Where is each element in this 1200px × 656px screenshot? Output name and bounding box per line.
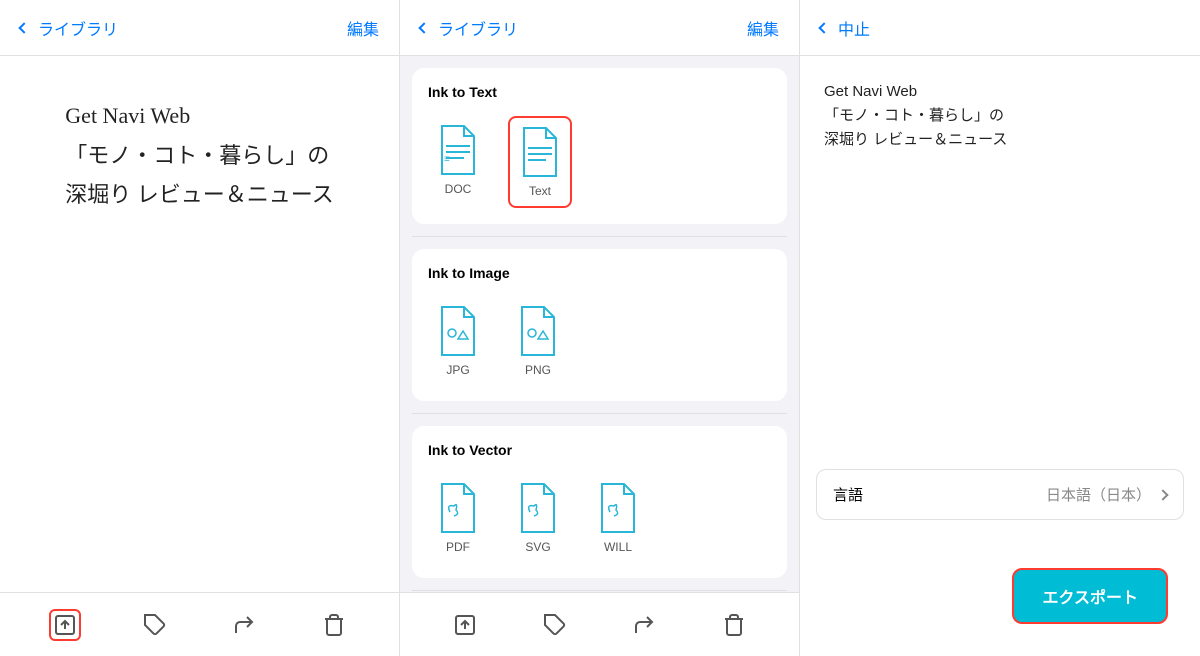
vector-formats: PDF SVG (428, 474, 771, 562)
canvas-area: Get Navi Web 「モノ・コト・暮らし」の 深堀り レビュー＆ニュース (0, 56, 399, 255)
svg-label: SVG (525, 540, 550, 554)
language-label: 言語 (833, 484, 863, 505)
format-will[interactable]: WILL (588, 474, 648, 562)
ink-to-image-title: Ink to Image (428, 265, 771, 281)
doc-icon: ≡ (436, 124, 480, 176)
middle-edit-button[interactable]: 編集 (747, 16, 779, 40)
pdf-icon (436, 482, 480, 534)
format-svg[interactable]: SVG (508, 474, 568, 562)
png-icon (516, 305, 560, 357)
svg-text:≡: ≡ (444, 154, 450, 165)
format-png[interactable]: PNG (508, 297, 568, 385)
middle-header: ライブラリ 編集 (400, 0, 799, 56)
handwriting-content: Get Navi Web 「モノ・コト・暮らし」の 深堀り レビュー＆ニュース (65, 96, 333, 215)
left-back-button[interactable]: ライブラリ (20, 16, 118, 40)
handwriting-line1: Get Navi Web (65, 96, 333, 136)
left-header: ライブラリ 編集 (0, 0, 399, 56)
format-jpg[interactable]: JPG (428, 297, 488, 385)
language-value: 日本語（日本） (1046, 484, 1167, 505)
divider-2 (412, 413, 787, 414)
ink-to-text-section: Ink to Text ≡ DOC (412, 68, 787, 224)
left-tag-button[interactable] (139, 609, 171, 641)
will-icon (596, 482, 640, 534)
text-icon (518, 126, 562, 178)
middle-delete-button[interactable] (718, 609, 750, 641)
middle-panel: ライブラリ 編集 Ink to Text ≡ DOC (400, 0, 800, 656)
ink-to-text-title: Ink to Text (428, 84, 771, 100)
middle-content: Ink to Text ≡ DOC (400, 56, 799, 592)
right-content: Get Navi Web 「モノ・コト・暮らし」の 深堀り レビュー＆ニュース (800, 56, 1200, 453)
divider-3 (412, 590, 787, 591)
right-back-chevron-icon (818, 22, 829, 33)
left-delete-button[interactable] (318, 609, 350, 641)
format-pdf[interactable]: PDF (428, 474, 488, 562)
right-back-label: 中止 (838, 16, 870, 40)
middle-toolbar (400, 592, 799, 656)
right-note-title: Get Navi Web 「モノ・コト・暮らし」の 深堀り レビュー＆ニュース (824, 80, 1176, 152)
left-back-label: ライブラリ (38, 16, 118, 40)
note-line1: Get Navi Web (824, 80, 1176, 104)
right-header: 中止 (800, 0, 1200, 56)
handwriting-line3: 深堀り レビュー＆ニュース (65, 175, 333, 215)
left-content: Get Navi Web 「モノ・コト・暮らし」の 深堀り レビュー＆ニュース (0, 56, 399, 592)
note-line3: 深堀り レビュー＆ニュース (824, 128, 1176, 152)
language-row[interactable]: 言語 日本語（日本） (816, 469, 1184, 520)
png-label: PNG (525, 363, 551, 377)
language-chevron-icon (1157, 489, 1168, 500)
left-edit-button[interactable]: 編集 (347, 16, 379, 40)
ink-to-vector-title: Ink to Vector (428, 442, 771, 458)
left-panel: ライブラリ 編集 Get Navi Web 「モノ・コト・暮らし」の 深堀り レ… (0, 0, 400, 656)
handwriting-line2: 「モノ・コト・暮らし」の (65, 136, 333, 176)
ink-to-vector-section: Ink to Vector PDF (412, 426, 787, 578)
text-label: Text (529, 184, 551, 198)
jpg-label: JPG (446, 363, 469, 377)
svg-icon (516, 482, 560, 534)
middle-back-button[interactable]: ライブラリ (420, 16, 518, 40)
jpg-icon (436, 305, 480, 357)
export-button[interactable]: エクスポート (1012, 568, 1168, 624)
right-back-button[interactable]: 中止 (820, 16, 870, 40)
right-bottom: エクスポート (800, 536, 1200, 656)
will-label: WILL (604, 540, 632, 554)
back-chevron-icon (18, 22, 29, 33)
middle-back-label: ライブラリ (438, 16, 518, 40)
ink-to-image-section: Ink to Image JPG (412, 249, 787, 401)
divider-1 (412, 236, 787, 237)
text-formats: ≡ DOC Text (428, 116, 771, 208)
pdf-label: PDF (446, 540, 470, 554)
middle-back-chevron-icon (418, 22, 429, 33)
right-panel: 中止 Get Navi Web 「モノ・コト・暮らし」の 深堀り レビュー＆ニュ… (800, 0, 1200, 656)
doc-label: DOC (445, 182, 472, 196)
middle-export-button[interactable] (449, 609, 481, 641)
middle-redo-button[interactable] (628, 609, 660, 641)
format-text[interactable]: Text (508, 116, 572, 208)
format-doc[interactable]: ≡ DOC (428, 116, 488, 208)
left-toolbar (0, 592, 399, 656)
left-redo-button[interactable] (228, 609, 260, 641)
middle-tag-button[interactable] (539, 609, 571, 641)
left-export-button[interactable] (49, 609, 81, 641)
language-value-text: 日本語（日本） (1046, 484, 1151, 505)
image-formats: JPG PNG (428, 297, 771, 385)
note-line2: 「モノ・コト・暮らし」の (824, 104, 1176, 128)
